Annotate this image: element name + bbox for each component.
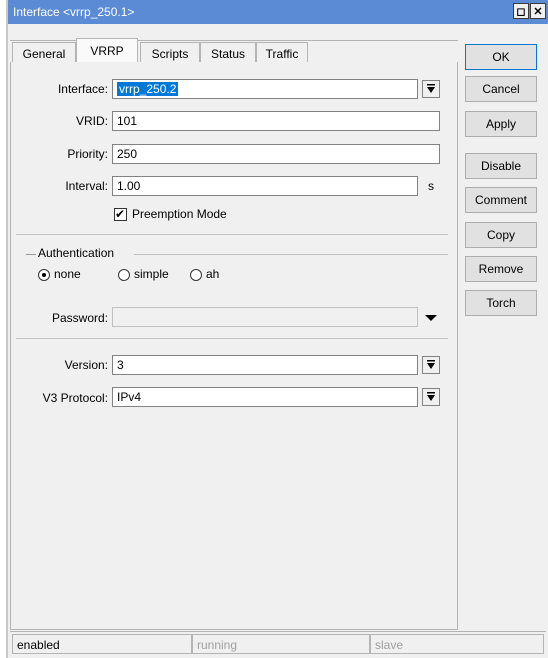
priority-input[interactable]: 250 — [112, 144, 440, 164]
version-select[interactable]: 3 — [112, 355, 418, 375]
window-title: Interface <vrrp_250.1> — [13, 5, 135, 19]
chevron-down-icon[interactable] — [422, 388, 440, 406]
v3-protocol-label: V3 Protocol: — [42, 391, 108, 405]
vrid-input[interactable]: 101 — [112, 111, 440, 131]
auth-none-label: none — [54, 267, 81, 281]
chevron-down-icon[interactable] — [422, 356, 440, 374]
tab-scripts[interactable]: Scripts — [140, 42, 200, 64]
auth-simple-label: simple — [134, 267, 169, 281]
auth-none-radio[interactable] — [38, 269, 50, 281]
version-label: Version: — [64, 358, 108, 372]
interval-input[interactable]: 1.00 — [112, 176, 418, 196]
interface-select[interactable]: vrrp_250.2 — [112, 79, 418, 99]
divider — [16, 338, 448, 339]
preemption-checkbox[interactable]: ✔ — [114, 207, 127, 221]
status-bar: enabled running slave — [10, 631, 546, 657]
tab-status[interactable]: Status — [200, 42, 256, 64]
preemption-label: Preemption Mode — [132, 207, 227, 221]
disable-button[interactable]: Disable — [465, 153, 537, 179]
close-icon[interactable]: ✕ — [530, 3, 546, 19]
auth-ah-radio[interactable] — [190, 269, 202, 281]
interval-unit: s — [428, 179, 434, 193]
ok-button[interactable]: OK — [465, 44, 537, 70]
interval-label: Interval: — [65, 179, 108, 193]
v3-protocol-select[interactable]: IPv4 — [112, 387, 418, 407]
priority-label: Priority: — [67, 147, 108, 161]
remove-button[interactable]: Remove — [465, 256, 537, 282]
arrow-down-icon[interactable] — [424, 312, 438, 322]
authentication-group-label: Authentication — [38, 246, 115, 260]
chevron-down-icon[interactable] — [422, 80, 440, 98]
vrid-label: VRID: — [75, 114, 108, 128]
torch-button[interactable]: Torch — [465, 290, 537, 316]
status-running: running — [192, 634, 370, 654]
restore-icon[interactable]: ◻ — [513, 3, 529, 19]
apply-button[interactable]: Apply — [465, 111, 537, 137]
group-line — [26, 254, 36, 255]
tab-traffic[interactable]: Traffic — [256, 42, 308, 64]
interface-window: Interface <vrrp_250.1> ◻ ✕ General VRRP … — [8, 0, 548, 658]
group-line — [134, 254, 448, 255]
interface-label: Interface: — [57, 82, 108, 96]
status-enabled: enabled — [12, 634, 192, 654]
password-label: Password: — [51, 311, 108, 325]
tab-vrrp[interactable]: VRRP — [76, 38, 138, 62]
auth-simple-radio[interactable] — [118, 269, 130, 281]
cancel-button[interactable]: Cancel — [465, 76, 537, 102]
copy-button[interactable]: Copy — [465, 222, 537, 248]
status-slave: slave — [370, 634, 544, 654]
title-bar[interactable]: Interface <vrrp_250.1> ◻ ✕ — [8, 0, 548, 24]
desktop-edge — [0, 0, 8, 658]
auth-ah-label: ah — [206, 267, 220, 281]
divider — [16, 234, 448, 235]
tab-general[interactable]: General — [12, 42, 76, 64]
comment-button[interactable]: Comment — [465, 187, 537, 213]
password-input[interactable] — [112, 307, 418, 327]
